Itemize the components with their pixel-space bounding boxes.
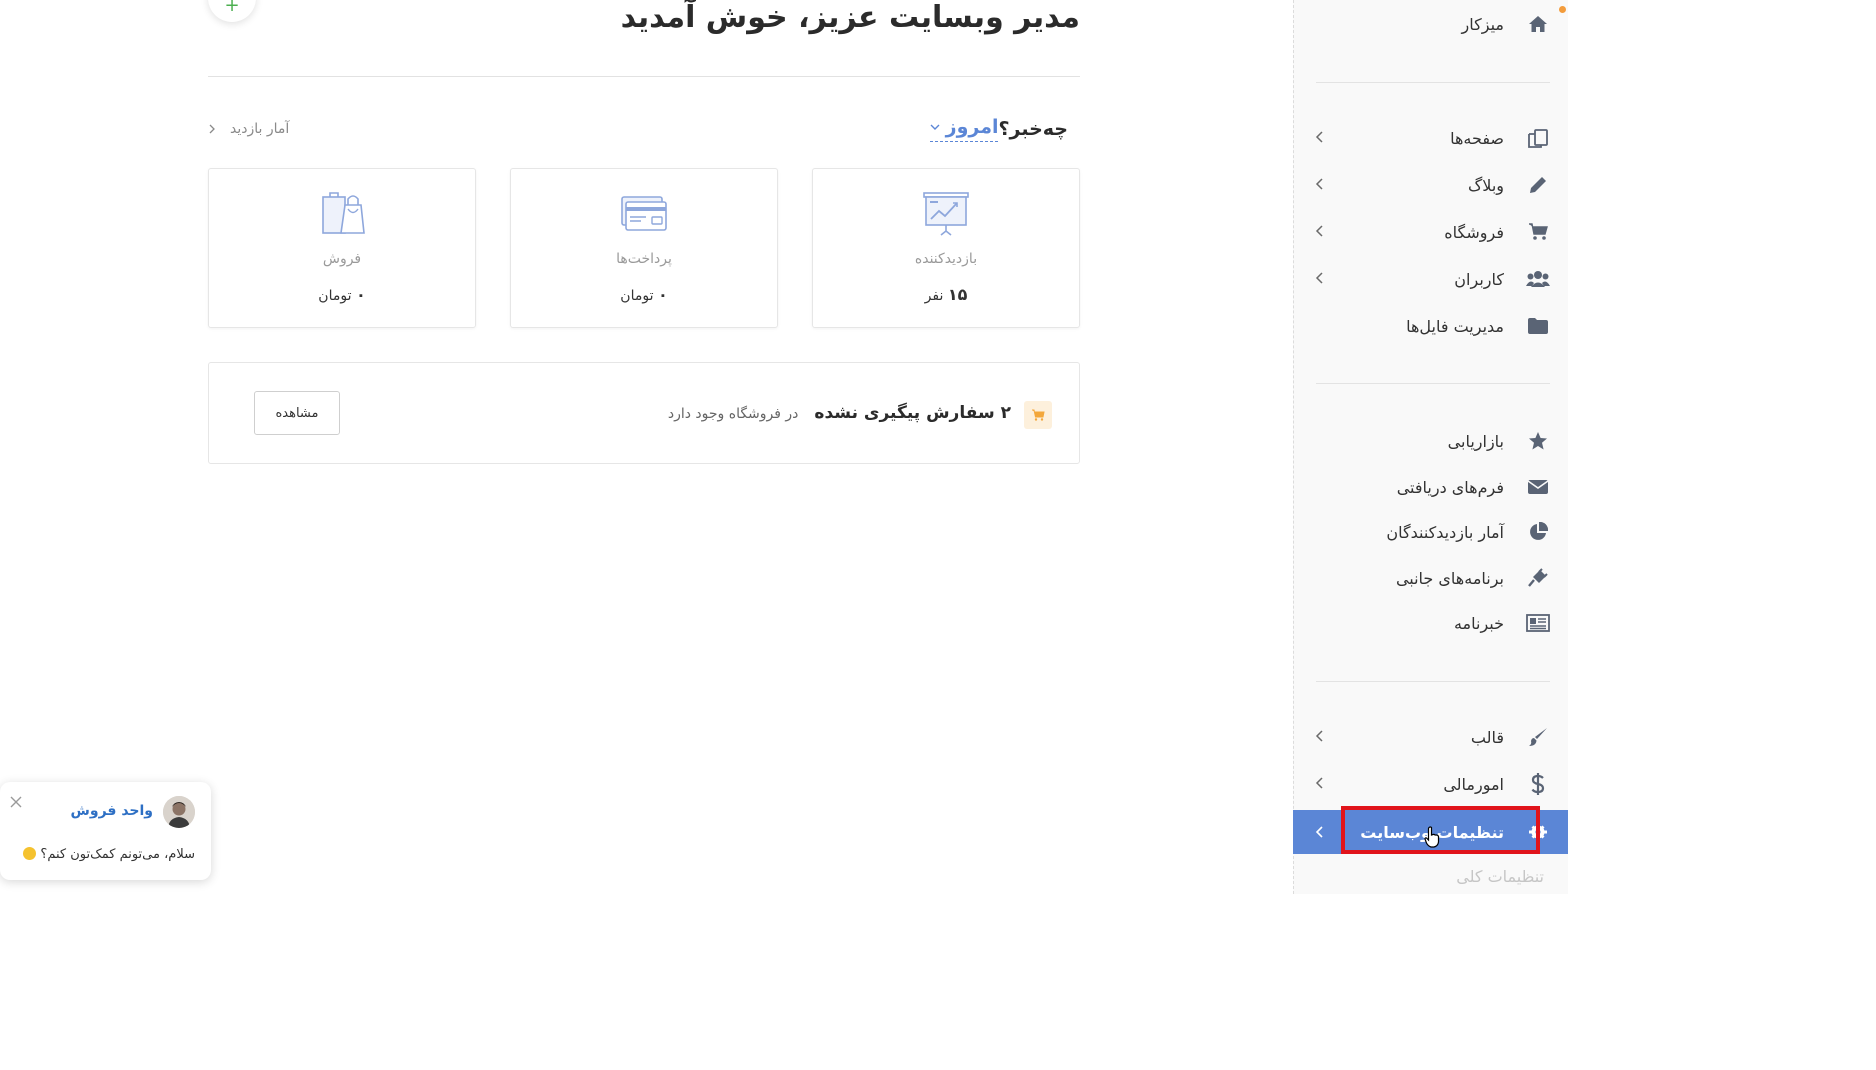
card-value: ۰ تومان [511, 285, 777, 304]
sidebar-divider [1316, 82, 1550, 83]
sidebar-item-received-forms[interactable]: فرم‌های دریافتی [1293, 467, 1568, 507]
period-selector[interactable]: امروز [929, 116, 999, 142]
period-label: امروز [945, 116, 999, 138]
sidebar-item-label: بازاریابی [1447, 431, 1504, 451]
chevron-left-icon [1315, 730, 1323, 742]
card-unit: تومان [620, 288, 654, 304]
sidebar-item-label: قالب [1470, 727, 1504, 747]
sidebar-item-label: کاربران [1454, 269, 1504, 289]
presentation-chart-icon [923, 192, 969, 236]
hand-cursor-icon [1424, 826, 1440, 848]
chevron-left-icon [1315, 826, 1323, 838]
sidebar: میزکار صفحه‌ها وبلاگ فروشگاه کاربران [1293, 0, 1568, 894]
sidebar-item-visitor-stats[interactable]: آمار بازدیدکنندگان [1293, 512, 1568, 552]
sidebar-item-dashboard[interactable]: میزکار [1293, 4, 1568, 44]
chevron-left-icon [1315, 777, 1323, 789]
chat-agent-name: واحد فروش [70, 803, 153, 819]
card-title: پرداخت‌ها [616, 251, 672, 267]
stat-card-visitors: بازدیدکننده ۱۵ نفر [812, 168, 1080, 328]
sidebar-item-label: فروشگاه [1444, 222, 1504, 242]
sidebar-item-label: صفحه‌ها [1450, 128, 1504, 148]
sidebar-item-plugins[interactable]: برنامه‌های جانبی [1293, 558, 1568, 598]
pencil-icon [1526, 173, 1550, 197]
plug-icon [1526, 566, 1550, 590]
sidebar-item-label: امورمالی [1443, 774, 1504, 794]
cart-icon [1526, 220, 1550, 244]
pending-orders-text: ۲ سفارش پیگیری نشده در فروشگاه وجود دارد [668, 403, 1011, 423]
chat-message-text: سلام، می‌تونم کمک‌تون کنم؟ [40, 847, 195, 862]
sidebar-item-newsletter[interactable]: خبرنامه [1293, 603, 1568, 643]
avatar [163, 796, 195, 828]
sidebar-item-marketing[interactable]: بازاریابی [1293, 421, 1568, 461]
gear-icon [1526, 820, 1550, 844]
credit-card-icon [621, 196, 667, 231]
card-number: ۰ [657, 285, 668, 304]
cart-badge [1024, 401, 1052, 429]
sidebar-item-label: مدیریت فایل‌ها [1406, 316, 1504, 336]
sidebar-item-label: آمار بازدیدکنندگان [1386, 522, 1504, 542]
close-icon[interactable] [10, 796, 22, 808]
chevron-left-icon [209, 124, 215, 134]
sidebar-item-label: خبرنامه [1453, 613, 1504, 633]
page-title: مدیر وبسایت عزیز، خوش آمدید [620, 0, 1080, 35]
sidebar-subitem-general-settings[interactable]: تنظیمات کلی [1456, 867, 1544, 886]
shopping-bags-icon [322, 192, 365, 234]
pending-orders-panel: ۲ سفارش پیگیری نشده در فروشگاه وجود دارد… [208, 362, 1080, 464]
sidebar-item-label: وبلاگ [1467, 175, 1504, 195]
card-unit: نفر [924, 288, 944, 304]
pie-chart-icon [1526, 520, 1550, 544]
users-icon [1526, 267, 1550, 291]
sidebar-item-blog[interactable]: وبلاگ [1293, 165, 1568, 205]
stat-card-payments: پرداخت‌ها ۰ تومان [510, 168, 778, 328]
sidebar-item-theme[interactable]: قالب [1293, 717, 1568, 757]
chevron-left-icon [1315, 131, 1323, 143]
sidebar-item-finance[interactable]: امورمالی [1293, 764, 1568, 804]
card-title: بازدیدکننده [914, 251, 978, 267]
card-unit: تومان [318, 288, 352, 304]
visit-stats-link[interactable]: آمار بازدید [208, 121, 289, 137]
smile-emoji-icon [23, 847, 37, 860]
chat-message: سلام، می‌تونم کمک‌تون کنم؟ [23, 847, 195, 862]
sidebar-item-shop[interactable]: فروشگاه [1293, 212, 1568, 252]
sidebar-item-pages[interactable]: صفحه‌ها [1293, 118, 1568, 158]
pending-orders-suffix: در فروشگاه وجود دارد [667, 406, 799, 422]
newspaper-icon [1526, 611, 1550, 635]
title-divider [208, 76, 1080, 77]
card-value: ۰ تومان [209, 285, 475, 304]
chevron-left-icon [1315, 225, 1323, 237]
brush-icon [1526, 725, 1550, 749]
sidebar-item-label: برنامه‌های جانبی [1395, 568, 1504, 588]
sidebar-item-label: میزکار [1461, 14, 1504, 34]
home-icon [1526, 12, 1550, 36]
card-title: فروش [322, 251, 362, 267]
cart-icon [1032, 409, 1045, 421]
chat-widget[interactable]: واحد فروش سلام، می‌تونم کمک‌تون کنم؟ [0, 782, 211, 880]
chevron-down-icon [930, 124, 940, 130]
chevron-left-icon [1315, 178, 1323, 190]
chevron-left-icon [1315, 272, 1323, 284]
add-button[interactable]: + [208, 0, 256, 22]
visit-stats-label: آمار بازدید [230, 121, 290, 137]
summary-header: امروز چه‌خبر؟ [929, 116, 1080, 142]
card-number: ۱۵ [947, 285, 968, 304]
sidebar-item-file-manager[interactable]: مدیریت فایل‌ها [1293, 306, 1568, 346]
stat-card-sales: فروش ۰ تومان [208, 168, 476, 328]
folder-icon [1526, 314, 1550, 338]
sidebar-divider [1316, 383, 1550, 384]
dollar-icon [1526, 772, 1550, 796]
sidebar-divider [1316, 681, 1550, 682]
sidebar-item-label: فرم‌های دریافتی [1396, 477, 1504, 497]
envelope-icon [1526, 475, 1550, 499]
pages-icon [1526, 126, 1550, 150]
card-value: ۱۵ نفر [813, 285, 1079, 304]
card-number: ۰ [355, 285, 366, 304]
pending-orders-count: ۲ سفارش پیگیری نشده [814, 403, 1011, 423]
star-icon [1526, 429, 1550, 453]
view-orders-button[interactable]: مشاهده [254, 391, 340, 435]
summary-heading: چه‌خبر؟ [998, 118, 1068, 140]
sidebar-item-users[interactable]: کاربران [1293, 259, 1568, 299]
